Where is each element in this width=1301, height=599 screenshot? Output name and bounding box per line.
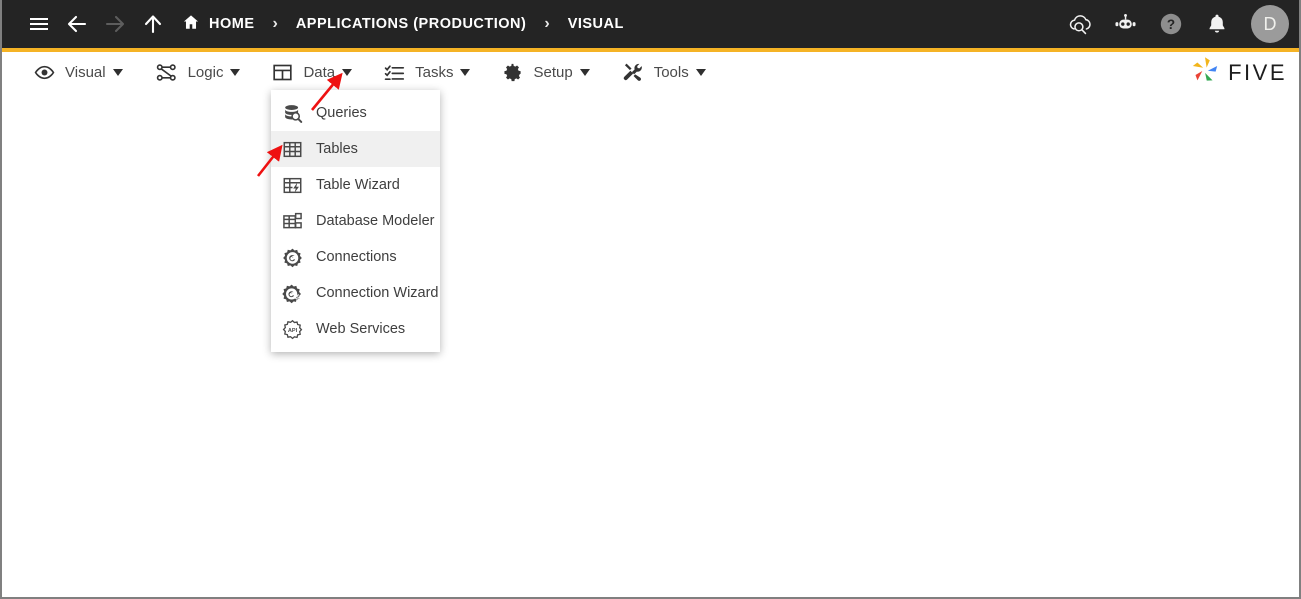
home-icon [182, 13, 200, 35]
breadcrumb-label-home: HOME [209, 16, 255, 32]
api-icon: API [281, 318, 303, 340]
breadcrumb-item-home[interactable]: HOME [182, 13, 255, 35]
breadcrumb-separator: › [272, 15, 278, 32]
checklist-icon [384, 62, 405, 83]
logic-nodes-icon [155, 61, 178, 84]
brand-logo: FIVE [1189, 54, 1287, 91]
menu-option-database-modeler[interactable]: Database Modeler [271, 203, 440, 239]
menu-item-tasks[interactable]: Tasks [368, 52, 486, 92]
menu-option-queries[interactable]: Queries [271, 95, 440, 131]
help-icon[interactable]: ? [1151, 4, 1191, 44]
bell-icon[interactable] [1197, 4, 1237, 44]
database-modeler-icon [281, 210, 303, 232]
chevron-down-icon [230, 68, 241, 76]
menu-item-setup[interactable]: Setup [486, 52, 605, 92]
tools-icon [622, 61, 644, 83]
table-grid-icon [272, 62, 293, 83]
menu-label-tools: Tools [653, 63, 689, 81]
chevron-down-icon [695, 68, 706, 76]
menu-item-data[interactable]: Data [256, 52, 368, 92]
menu-label-setup: Setup [533, 63, 573, 81]
content-area [2, 92, 1299, 597]
up-icon[interactable] [134, 5, 172, 43]
gear-icon [502, 62, 523, 83]
chevron-down-icon [112, 68, 123, 76]
chevron-down-icon [460, 68, 471, 76]
menu-item-visual[interactable]: Visual [18, 52, 139, 92]
breadcrumb-separator-2: › [544, 15, 550, 32]
menu-label-tasks: Tasks [415, 63, 454, 81]
breadcrumb-item-applications[interactable]: APPLICATIONS (PRODUCTION) [296, 16, 527, 32]
cloud-search-icon[interactable] [1059, 4, 1099, 44]
breadcrumb-item-visual[interactable]: VISUAL [568, 16, 624, 32]
topbar-actions: ? D [1059, 4, 1289, 44]
menu-option-label-database-modeler: Database Modeler [316, 213, 435, 229]
table-grid-icon [281, 138, 303, 160]
main-menu-bar: Visual Logic Data Tasks Setup Tools [2, 52, 1299, 92]
connection-icon [281, 246, 303, 268]
breadcrumb: HOME › APPLICATIONS (PRODUCTION) › VISUA… [182, 0, 624, 48]
menu-item-logic[interactable]: Logic [139, 52, 257, 92]
menu-option-connections[interactable]: Connections [271, 239, 440, 275]
menu-option-web-services[interactable]: API Web Services [271, 311, 440, 347]
robot-icon[interactable] [1105, 4, 1145, 44]
eye-icon [34, 62, 55, 83]
menu-icon[interactable] [20, 5, 58, 43]
forward-icon[interactable] [96, 5, 134, 43]
breadcrumb-label-visual: VISUAL [567, 16, 624, 32]
menu-option-label-queries: Queries [316, 105, 367, 121]
menu-option-label-tables: Tables [316, 141, 358, 157]
breadcrumb-label-applications: APPLICATIONS (PRODUCTION) [295, 16, 527, 32]
five-star-icon [1189, 54, 1221, 91]
table-wizard-icon [281, 174, 303, 196]
menu-label-visual: Visual [65, 63, 106, 81]
menu-option-label-connections: Connections [316, 249, 397, 265]
menu-option-label-table-wizard: Table Wizard [316, 177, 400, 193]
svg-text:?: ? [1167, 17, 1175, 32]
brand-name: FIVE [1228, 59, 1287, 85]
database-search-icon [281, 102, 303, 124]
menu-option-tables[interactable]: Tables [271, 131, 440, 167]
menu-option-connection-wizard[interactable]: Connection Wizard [271, 275, 440, 311]
menu-item-tools[interactable]: Tools [606, 52, 722, 92]
chevron-down-icon [579, 68, 590, 76]
avatar[interactable]: D [1251, 5, 1289, 43]
back-icon[interactable] [58, 5, 96, 43]
menu-label-logic: Logic [187, 63, 224, 81]
five-application-window: HOME › APPLICATIONS (PRODUCTION) › VISUA… [0, 0, 1301, 599]
connection-wizard-icon [281, 282, 303, 304]
nav-icon-group [20, 5, 172, 43]
menu-option-label-connection-wizard: Connection Wizard [316, 285, 439, 301]
data-dropdown-menu: Queries Tables Table Wizard Database Mod… [271, 90, 440, 352]
svg-text:API: API [287, 328, 297, 334]
menu-option-label-web-services: Web Services [316, 321, 406, 337]
menu-label-data: Data [303, 63, 336, 81]
top-navigation-bar: HOME › APPLICATIONS (PRODUCTION) › VISUA… [2, 0, 1299, 48]
chevron-down-icon [342, 68, 353, 76]
menu-option-table-wizard[interactable]: Table Wizard [271, 167, 440, 203]
